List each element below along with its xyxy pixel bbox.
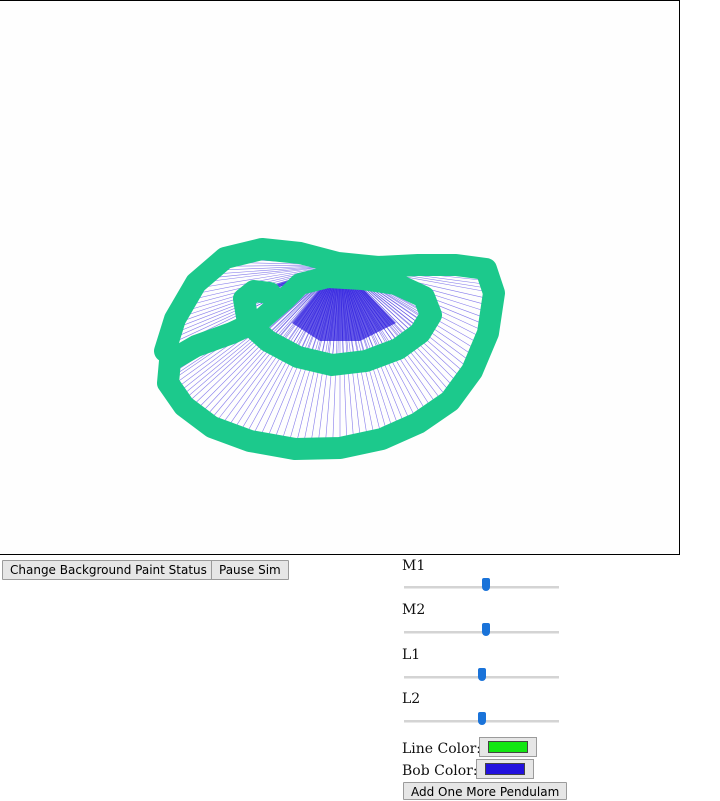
- line-color-swatch: [488, 741, 528, 753]
- pendulum-drawing: [0, 1, 679, 554]
- l1-slider[interactable]: [404, 667, 559, 683]
- bob-color-picker[interactable]: [476, 759, 534, 779]
- bob-color-label: Bob Color:: [402, 763, 478, 779]
- pause-sim-button[interactable]: Pause Sim: [211, 560, 289, 580]
- line-color-label: Line Color:: [402, 741, 481, 757]
- l2-slider[interactable]: [404, 711, 559, 727]
- l1-label: L1: [402, 647, 420, 663]
- line-color-picker[interactable]: [479, 737, 537, 757]
- m2-slider[interactable]: [404, 622, 559, 638]
- m2-label: M2: [402, 602, 425, 618]
- l2-label: L2: [402, 691, 420, 707]
- m1-label: M1: [402, 558, 425, 574]
- add-pendulum-button[interactable]: Add One More Pendulam: [403, 782, 567, 800]
- simulation-canvas: [0, 0, 680, 555]
- change-background-button[interactable]: Change Background Paint Status: [2, 560, 215, 580]
- bob-color-swatch: [485, 763, 525, 775]
- m1-slider[interactable]: [404, 577, 559, 593]
